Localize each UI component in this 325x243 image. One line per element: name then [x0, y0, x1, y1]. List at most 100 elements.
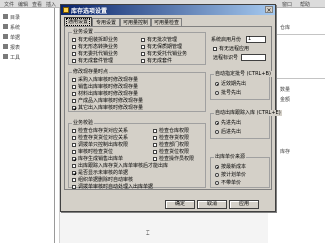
bg-side-item[interactable]: 系统	[10, 24, 20, 31]
cancel-button[interactable]: 取消	[197, 200, 227, 209]
tab-availability-control[interactable]: 可用量控制	[120, 18, 151, 26]
checkbox-auto-audit-delete[interactable]: 组织单据删除时自动审核	[72, 177, 133, 183]
checkbox-assembly[interactable]: 有无组装拆卸业务	[72, 37, 118, 43]
bg-menu-edit[interactable]: 编辑	[18, 1, 28, 8]
folder-icon	[3, 54, 8, 59]
checkbox-shelf-life[interactable]: 有无保质期管理	[141, 44, 182, 50]
checkbox-other-inout[interactable]: 其它出入库审核时修改现存量	[72, 105, 143, 111]
tab-availability-check[interactable]: 可用量检查	[151, 18, 182, 26]
bg-menu-window[interactable]: 窗口	[282, 1, 292, 8]
folder-icon	[3, 34, 8, 39]
checkbox-gen-sales-out[interactable]: 库存生成销售出库单	[72, 156, 123, 162]
checkbox-box	[72, 157, 76, 161]
radio-expiry-first[interactable]: 近效期先出	[215, 81, 246, 87]
radio-plan-price[interactable]: 按计划单价	[215, 172, 246, 178]
checkbox-entrusted[interactable]: 有无受托代销业务	[141, 51, 187, 57]
radio-dot	[215, 130, 219, 134]
checkbox-kit[interactable]: 有无成套件	[141, 58, 172, 64]
bg-menu-help[interactable]: 帮助	[300, 1, 310, 8]
group-title: 自动指定批号 (CTRL+B)	[214, 71, 272, 77]
checkbox-box	[72, 178, 76, 182]
radio-no-price[interactable]: 不带单价	[215, 180, 241, 186]
checkbox-box	[72, 85, 76, 89]
bg-divider	[268, 34, 325, 35]
bg-side-item[interactable]: 报表	[10, 44, 20, 51]
checkbox-box	[153, 129, 157, 133]
checkbox-transfer-out-only[interactable]: 调拨单只控制出库权限	[72, 142, 128, 148]
radio-fifo[interactable]: 先进先出	[215, 120, 241, 126]
ok-button[interactable]: 确定	[165, 200, 195, 209]
checkbox-material-out[interactable]: 材料出库审核时修改现存量	[72, 91, 138, 97]
checkbox-box	[72, 143, 76, 147]
checkbox-batch[interactable]: 有无批次管理	[141, 37, 177, 43]
folder-icon	[3, 14, 8, 19]
radio-dot	[215, 165, 219, 169]
radio-dot	[215, 91, 219, 95]
auto-batch-group: 自动指定批号 (CTRL+B) 近效期先出 批号先出	[210, 71, 272, 100]
checkbox-show-unaudited[interactable]: 是否显示未审核的单据	[72, 170, 128, 176]
checkbox-box	[72, 136, 76, 140]
checkbox-box	[72, 59, 76, 63]
remote-id-field[interactable]	[241, 54, 266, 61]
dialog-titlebar[interactable]: 库存选项设置 ×	[61, 5, 275, 15]
checkbox-form-convert[interactable]: 有无形态转换业务	[72, 44, 118, 50]
remote-id-label: 远程标识号	[213, 55, 239, 61]
checkbox-audit-location[interactable]: 审核时检查货位	[72, 149, 113, 155]
checkbox-transfer-auto[interactable]: 调拨单审核时自动处理入出库单据	[72, 184, 153, 190]
radio-dot	[215, 181, 219, 185]
checkbox-box	[72, 52, 76, 56]
start-month-field[interactable]: 1	[246, 36, 266, 43]
bg-menu-file[interactable]: 文件	[4, 1, 14, 8]
checkbox-operator-permission[interactable]: 检查操作员权限	[153, 156, 194, 162]
bg-column-label: 金额	[280, 97, 291, 103]
bg-side-item[interactable]: 单据	[10, 34, 20, 41]
folder-icon	[3, 24, 8, 29]
checkbox-box	[72, 185, 76, 189]
checkbox-wh-permission[interactable]: 检查仓库权限	[153, 128, 189, 134]
checkbox-purchase-in[interactable]: 采购入库审核时修改现存量	[72, 77, 138, 83]
group-title: 出库单价来源	[214, 154, 247, 160]
checkbox-box	[72, 78, 76, 82]
checkbox-box	[141, 45, 145, 49]
checkbox-inv-loc-relation[interactable]: 检查存货货位对应关系	[72, 135, 128, 141]
checkbox-loc-permission[interactable]: 检查货位权限	[153, 149, 189, 155]
checkbox-box	[153, 157, 157, 161]
checkbox-consign[interactable]: 有无委托代销业务	[72, 51, 118, 57]
radio-dot	[215, 121, 219, 125]
checkbox-product-in[interactable]: 产成品入库审核时修改现存量	[72, 98, 143, 104]
checkbox-box	[72, 38, 76, 42]
checkbox-trace-audit[interactable]: 出库跟踪入库存货入库单审核后才能出库	[72, 163, 168, 169]
auto-trace-group: 自动出库跟踪入库 (CTRL+E) 先进先出 后进先出	[210, 110, 282, 139]
bg-side-item[interactable]: 目录	[10, 14, 20, 21]
checkbox-box	[72, 99, 76, 103]
bg-divider	[268, 78, 325, 79]
checkbox-remote-app[interactable]: 有无远程应用	[213, 46, 249, 52]
dialog-title: 库存选项设置	[71, 8, 108, 15]
checkbox-box	[72, 92, 76, 96]
group-title: 业务校验	[72, 120, 95, 126]
checkbox-box	[72, 150, 76, 154]
close-button[interactable]: ×	[265, 6, 273, 14]
bg-menu-view[interactable]: 查看	[32, 1, 42, 8]
apply-button[interactable]: 应用	[229, 200, 259, 209]
tab-special[interactable]: 专用设置	[92, 18, 120, 26]
checkbox-dept-permission[interactable]: 检查部门权限	[153, 142, 189, 148]
radio-latest-cost[interactable]: 按最新成本	[215, 164, 246, 170]
checkbox-inv-permission[interactable]: 检查存货权限	[153, 135, 189, 141]
radio-lifo[interactable]: 后进先出	[215, 129, 241, 135]
radio-batch-first[interactable]: 批号先出	[215, 90, 241, 96]
checkbox-box	[153, 136, 157, 140]
group-title: 业务设置	[72, 29, 95, 35]
mouse-cursor-icon: ⌶	[146, 230, 150, 237]
checkbox-box	[153, 143, 157, 147]
checkbox-box	[153, 150, 157, 154]
bg-column-label: 仓库	[280, 25, 291, 31]
checkbox-sales-out[interactable]: 销售出库审核时修改现存量	[72, 84, 138, 90]
start-month-label: 系统启用月份	[211, 37, 242, 43]
bg-menu-insert[interactable]: 插入	[46, 1, 56, 8]
checkbox-kit-manage[interactable]: 有无成套件管理	[72, 58, 113, 64]
checkbox-wh-inv-relation[interactable]: 检查仓库存货对应关系	[72, 128, 128, 134]
bg-side-item[interactable]: 工具	[10, 54, 20, 61]
tab-panel-general: 业务设置 有无组装拆卸业务 有无形态转换业务 有无委托代销业务 有无成套件管理 …	[64, 26, 282, 190]
bg-column-label: 库存	[280, 149, 291, 155]
